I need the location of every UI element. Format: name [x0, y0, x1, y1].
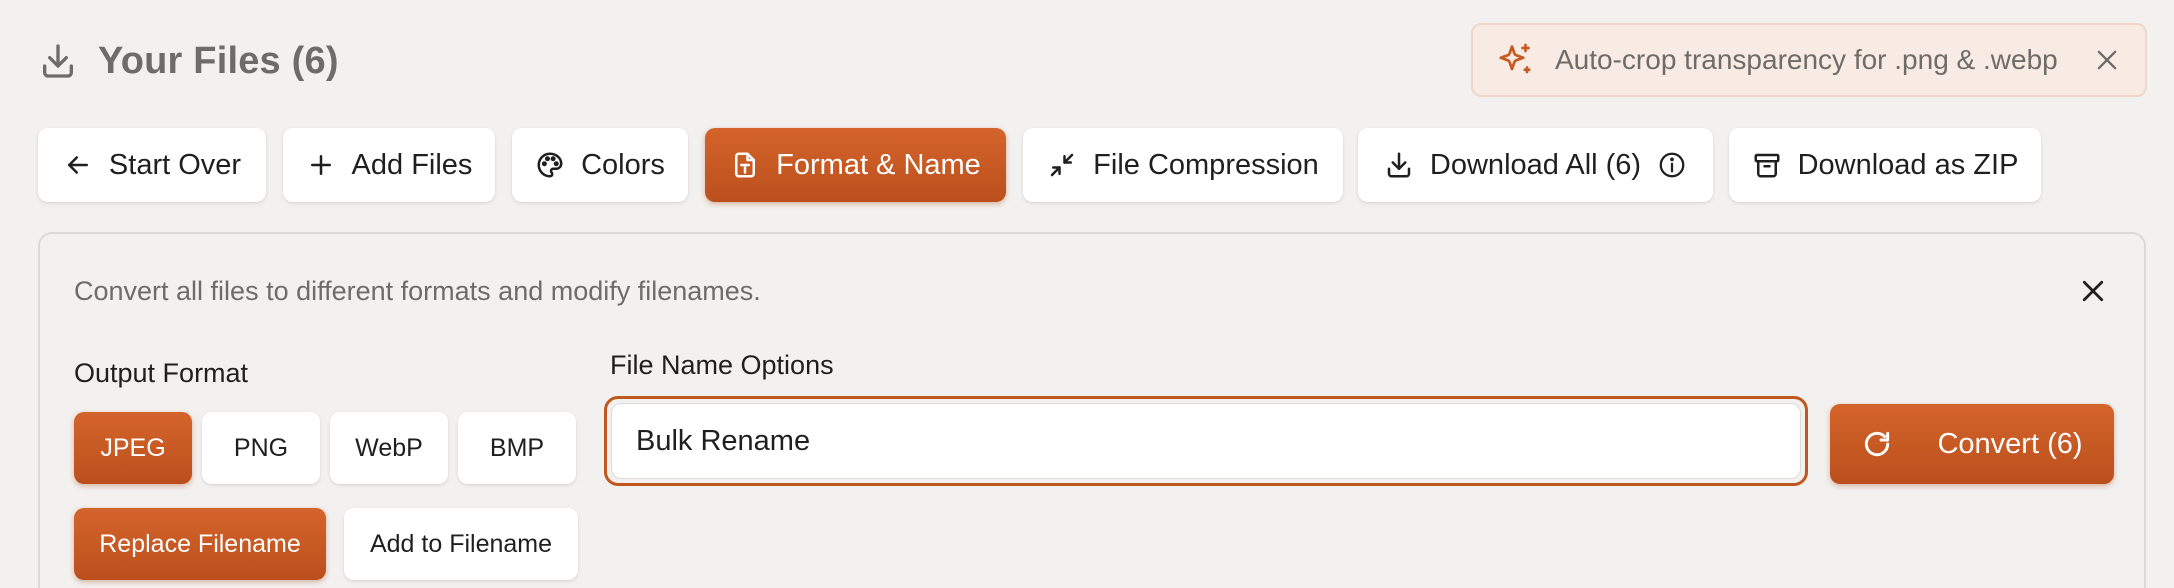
download-zip-button[interactable]: Download as ZIP [1729, 128, 2041, 202]
auto-crop-notice: Auto-crop transparency for .png & .webp [1471, 23, 2147, 97]
refresh-icon [1865, 431, 1890, 457]
page-title: Your Files (6) [98, 39, 339, 82]
format-webp-button[interactable]: WebP [330, 412, 448, 484]
file-name-field [604, 396, 1808, 486]
download-icon [1387, 152, 1411, 178]
download-zip-label: Download as ZIP [1797, 148, 2019, 181]
file-type-icon [735, 152, 756, 178]
palette-icon [537, 152, 563, 178]
format-name-panel: Convert all files to different formats a… [38, 232, 2146, 588]
notice-text: Auto-crop transparency for .png & .webp [1555, 44, 2058, 75]
add-to-filename-button[interactable]: Add to Filename [344, 508, 578, 580]
close-icon[interactable] [2078, 276, 2108, 306]
colors-button[interactable]: Colors [512, 128, 688, 202]
header: Your Files (6) [38, 34, 339, 88]
file-name-input[interactable] [611, 403, 1801, 479]
replace-filename-button[interactable]: Replace Filename [74, 508, 326, 580]
format-name-button[interactable]: Format & Name [705, 128, 1006, 202]
sparkles-icon [1499, 43, 1531, 74]
info-icon[interactable] [1657, 150, 1687, 180]
output-format-label: Output Format [74, 358, 249, 388]
panel-description: Convert all files to different formats a… [74, 276, 761, 306]
close-icon[interactable] [2093, 46, 2121, 74]
plus-icon [310, 155, 331, 175]
download-all-label: Download All (6) [1429, 148, 1642, 181]
colors-label: Colors [581, 148, 665, 181]
download-icon [43, 44, 74, 78]
file-name-options-label: File Name Options [610, 350, 834, 380]
format-jpeg-button[interactable]: JPEG [74, 412, 192, 484]
add-files-label: Add Files [351, 148, 473, 181]
start-over-button[interactable]: Start Over [38, 128, 266, 202]
start-over-label: Start Over [108, 148, 242, 181]
download-all-button[interactable]: Download All (6) [1358, 128, 1713, 202]
add-files-button[interactable]: Add Files [283, 128, 495, 202]
arrow-left-icon [67, 156, 88, 174]
minimize-arrows-icon [1050, 153, 1074, 177]
page: Your Files (6) Auto-crop transparency fo… [0, 0, 2174, 588]
convert-button[interactable]: Convert (6) [1830, 404, 2114, 484]
file-compression-button[interactable]: File Compression [1023, 128, 1343, 202]
archive-icon [1754, 153, 1780, 178]
format-name-label: Format & Name [776, 148, 981, 181]
convert-label: Convert (6) [1937, 427, 2083, 460]
file-compression-label: File Compression [1093, 148, 1319, 181]
format-png-button[interactable]: PNG [202, 412, 320, 484]
format-bmp-button[interactable]: BMP [458, 412, 576, 484]
